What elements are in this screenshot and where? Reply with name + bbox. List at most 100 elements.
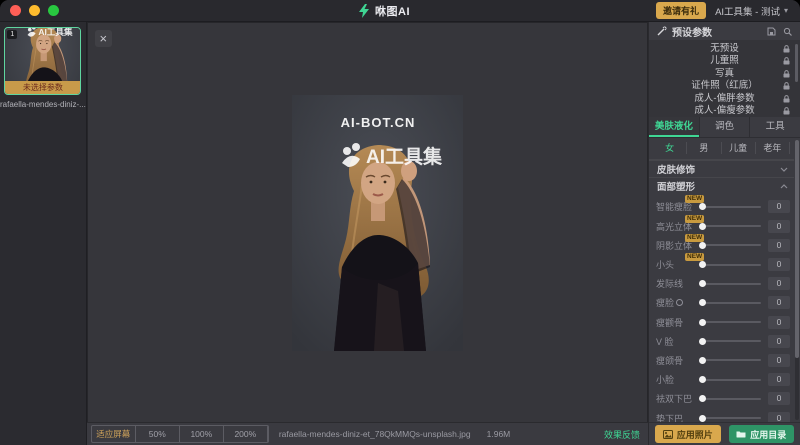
slider-label: 瘦颧骨 (656, 316, 701, 329)
app-logo: 咻图AI (358, 3, 410, 19)
slider-value: 0 (768, 392, 790, 405)
preset-item[interactable]: 写真 (649, 68, 800, 80)
section-label: 皮肤修饰 (657, 162, 695, 176)
new-badge: NEW (685, 253, 704, 261)
slider-track[interactable] (701, 417, 761, 419)
statusbar-filesize: 1.96M (487, 429, 511, 439)
chevron-up-icon (780, 184, 788, 189)
lock-icon (783, 107, 790, 115)
invite-button[interactable]: 邀请有礼 (656, 2, 706, 19)
zoom-option-button[interactable]: 适应屏幕 (92, 426, 136, 442)
zoom-option-button[interactable]: 200% (224, 426, 268, 442)
chevron-down-icon (780, 167, 788, 172)
scrollbar-thumb[interactable] (795, 140, 799, 358)
preset-item-label: 证件照（红底） (691, 80, 758, 91)
image-icon (663, 430, 673, 439)
section-face-shaping[interactable]: 面部塑形 (649, 177, 794, 194)
slider-knob[interactable] (699, 280, 706, 287)
slider-track[interactable] (701, 398, 761, 400)
minimize-window-button[interactable] (29, 5, 40, 16)
editor-center: × 适应屏幕 50% 100% 200% rafaell (87, 22, 648, 445)
apply-photo-button[interactable]: 应用照片 (655, 425, 721, 443)
preset-item[interactable]: 成人-偏瘦参数 (649, 105, 800, 117)
preset-scrollbar[interactable] (795, 44, 798, 82)
slider-knob[interactable] (699, 319, 706, 326)
photo-thumbnail[interactable]: 1 未选择参数 (4, 27, 81, 95)
gender-tab[interactable]: 儿童 (722, 142, 756, 154)
preset-list: 无预设 儿童照 写真 (649, 40, 800, 117)
preset-item-label: 成人-偏胖参数 (694, 93, 754, 104)
panel-scrollbar[interactable] (795, 140, 799, 420)
slider-track[interactable] (701, 283, 761, 285)
app-title: 咻图AI (375, 3, 410, 19)
account-label: AI工具集 - 测试 (715, 4, 780, 18)
gender-tab[interactable]: 男 (687, 142, 721, 154)
zoom-window-button[interactable] (48, 5, 59, 16)
apply-photo-label: 应用照片 (677, 428, 713, 441)
slider-track[interactable] (701, 321, 761, 323)
chevron-down-icon: ▾ (784, 6, 788, 15)
slider-knob[interactable] (699, 242, 706, 249)
slider-track[interactable] (701, 302, 761, 304)
slider-track[interactable] (701, 225, 761, 227)
title-bar: 咻图AI 邀请有礼 AI工具集 - 测试 ▾ (0, 0, 800, 22)
slider-row: 小脸 0 (649, 370, 794, 389)
photo-preview (292, 95, 463, 351)
presets-wand-icon (657, 26, 667, 36)
tool-tab[interactable]: 调色 (699, 117, 750, 137)
save-icon[interactable] (767, 27, 776, 36)
slider-value: 0 (768, 354, 790, 367)
slider-value: 0 (768, 200, 790, 213)
apply-folder-button[interactable]: 应用目录 (729, 425, 795, 443)
slider-knob[interactable] (699, 261, 706, 268)
gender-tab[interactable]: 老年 (756, 142, 790, 154)
slider-track[interactable] (701, 264, 761, 266)
thumbnail-filename: rafaella-mendes-diniz-... (0, 100, 86, 109)
lock-icon (783, 82, 790, 90)
close-photo-icon[interactable]: × (95, 30, 112, 47)
preset-item[interactable]: 成人-偏胖参数 (649, 93, 800, 105)
close-window-button[interactable] (10, 5, 21, 16)
preset-item[interactable]: 证件照（红底） (649, 80, 800, 92)
tool-tab[interactable]: 美肤液化 (649, 117, 699, 137)
slider-track[interactable] (701, 244, 761, 246)
section-skin-retouch[interactable]: 皮肤修饰 (649, 160, 794, 177)
search-icon[interactable] (783, 27, 792, 36)
statusbar-filename: rafaella-mendes-diniz-et_78QkMMQs-unspla… (279, 429, 471, 439)
section-label: 面部塑形 (657, 179, 695, 193)
slider-row: 瘦颧骨 0 (649, 312, 794, 331)
zoom-option-button[interactable]: 100% (180, 426, 224, 442)
topbar-actions: 邀请有礼 AI工具集 - 测试 ▾ (656, 2, 800, 19)
slider-value: 0 (768, 335, 790, 348)
slider-knob[interactable] (699, 395, 706, 402)
slider-label: 祛双下巴 (656, 392, 701, 405)
slider-track[interactable] (701, 340, 761, 342)
slider-knob[interactable] (699, 299, 706, 306)
gender-tab[interactable]: 女 (653, 142, 687, 154)
info-icon (676, 299, 683, 306)
slider-knob[interactable] (699, 357, 706, 364)
zoom-option-button[interactable]: 50% (136, 426, 180, 442)
slider-row: NEW 智能瘦脸 0 (649, 197, 794, 216)
canvas: × (87, 22, 648, 422)
slider-track[interactable] (701, 359, 761, 361)
status-bar: 适应屏幕 50% 100% 200% rafaella-mendes-diniz… (87, 422, 648, 445)
feedback-link[interactable]: 效果反馈 (604, 428, 640, 441)
slider-row: 瘦脸 0 (649, 293, 794, 312)
preset-item-label: 成人-偏瘦参数 (694, 105, 754, 116)
slider-row: 发际线 0 (649, 274, 794, 293)
slider-knob[interactable] (699, 338, 706, 345)
slider-knob[interactable] (699, 223, 706, 230)
slider-knob[interactable] (699, 203, 706, 210)
account-menu[interactable]: AI工具集 - 测试 ▾ (715, 4, 788, 18)
slider-knob[interactable] (699, 415, 706, 422)
lock-icon (783, 95, 790, 103)
app-body: 1 未选择参数 rafaella-mendes-diniz-... × 适应屏幕… (0, 22, 800, 445)
slider-knob[interactable] (699, 376, 706, 383)
slider-track[interactable] (701, 379, 761, 381)
slider-row: 瘦颌骨 0 (649, 351, 794, 370)
preset-item[interactable]: 无预设 (649, 43, 800, 55)
slider-track[interactable] (701, 206, 761, 208)
preset-item[interactable]: 儿童照 (649, 55, 800, 67)
tool-tab[interactable]: 工具 (749, 117, 800, 137)
